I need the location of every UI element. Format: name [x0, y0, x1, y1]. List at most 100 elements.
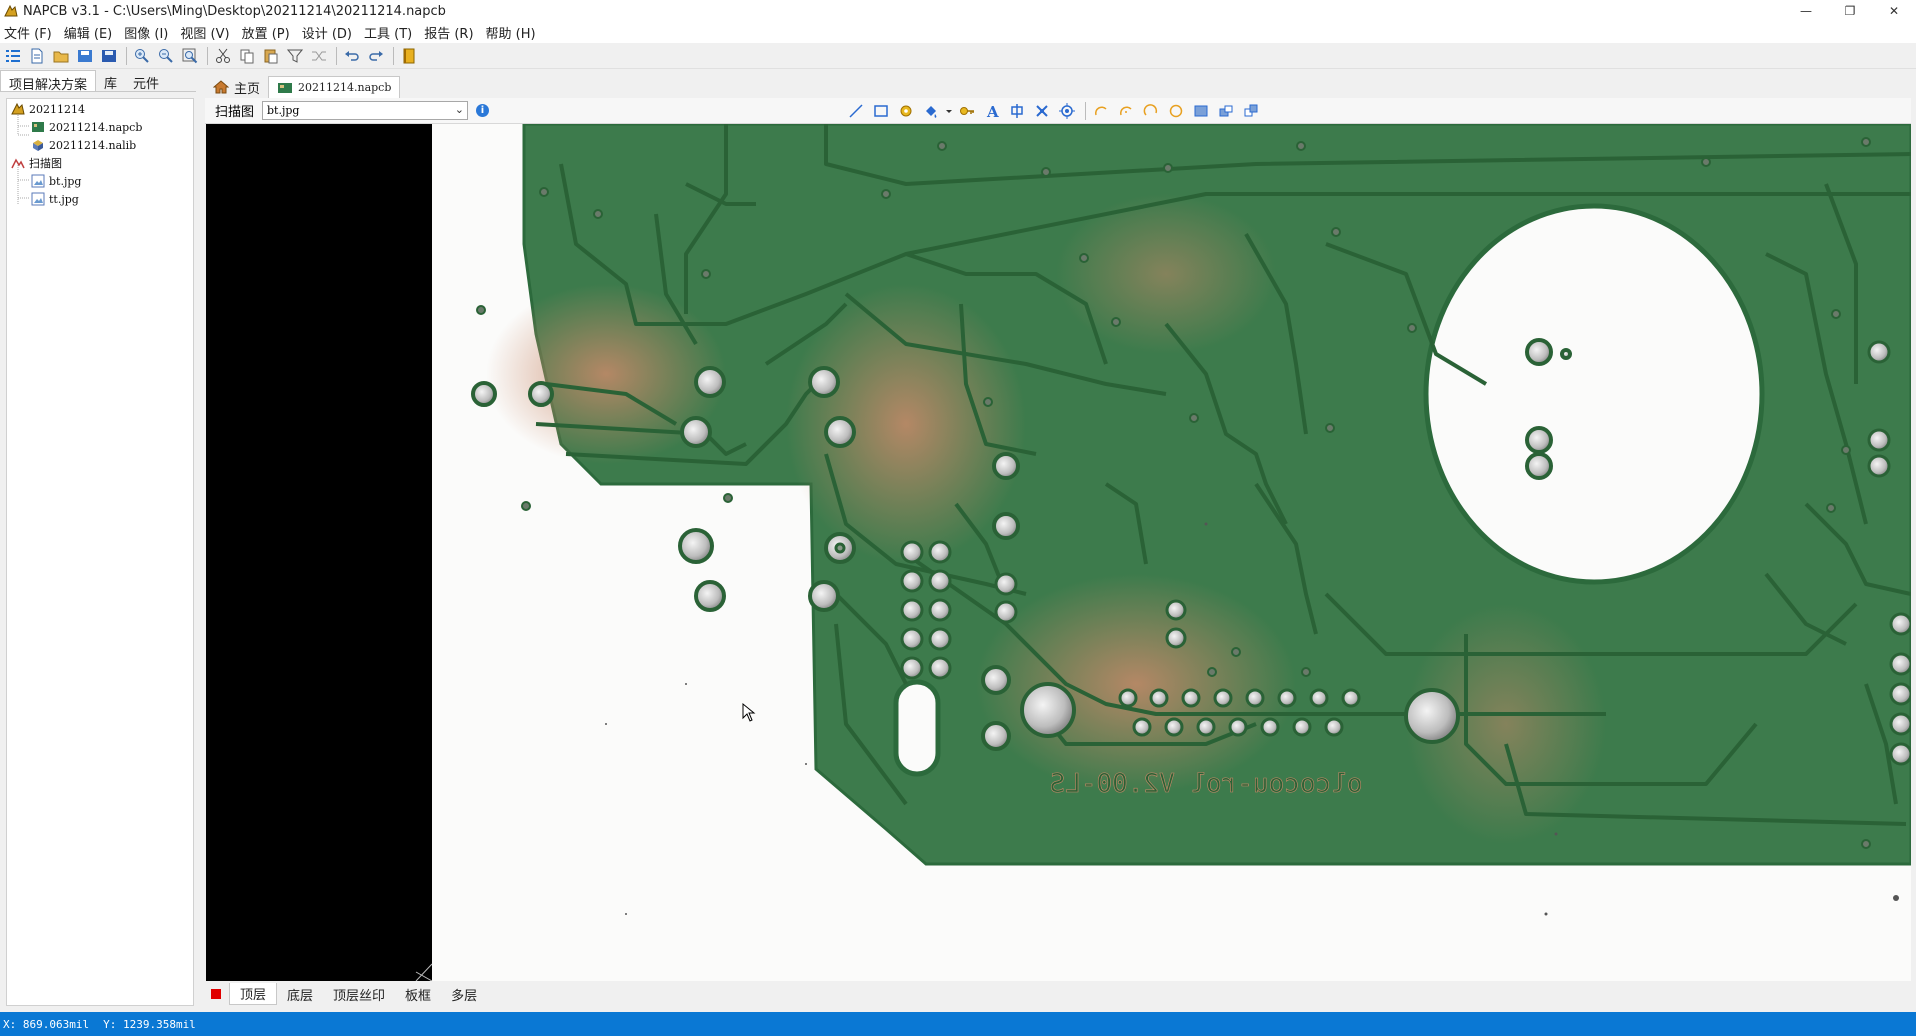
- pcb-silkscreen-text: olcocou-rol V2.00-LS: [1049, 769, 1362, 799]
- copy-icon[interactable]: [236, 45, 258, 67]
- pcb-file-icon: [278, 82, 293, 93]
- arc-icon-1[interactable]: [1090, 100, 1112, 122]
- solid-rect-icon[interactable]: [1190, 100, 1212, 122]
- tab-file-label: 20211214.napcb: [298, 81, 392, 94]
- cursor-x-readout: X: 869.063mil: [3, 1017, 90, 1031]
- info-icon[interactable]: i: [476, 104, 490, 117]
- tree-guide-lines: [17, 115, 30, 205]
- pcb-file-icon: [32, 122, 44, 132]
- text-icon[interactable]: A: [981, 100, 1003, 122]
- menu-file[interactable]: 文件 (F): [4, 23, 52, 42]
- pcb-scan-image: olcocou-rol V2.00-LS: [415, 124, 1911, 981]
- project-panel: 项目解决方案 库 元件 20211214 20211214.napcb 2021…: [0, 70, 196, 1012]
- menu-bar: 文件 (F) 编辑 (E) 图像 (I) 视图 (V) 放置 (P) 设计 (D…: [0, 22, 1916, 43]
- image-file-icon: [31, 174, 45, 188]
- tree-item-nalib[interactable]: 20211214.nalib: [31, 136, 136, 154]
- circle-icon[interactable]: [1165, 100, 1187, 122]
- main-toolbar: [0, 43, 1916, 69]
- arc-icon-2[interactable]: [1115, 100, 1137, 122]
- app-logo-icon: [4, 4, 18, 17]
- menu-report[interactable]: 报告 (R): [424, 23, 473, 42]
- tree-item-label: 20211214.napcb: [49, 120, 143, 134]
- pad-icon[interactable]: [895, 100, 917, 122]
- scan-image-value: bt.jpg: [267, 104, 300, 117]
- tab-napcb-file[interactable]: 20211214.napcb: [268, 76, 401, 98]
- tree-item-napcb[interactable]: 20211214.napcb: [31, 118, 142, 136]
- title-bar: NAPCB v3.1 - C:\Users\Ming\Desktop\20211…: [0, 0, 1916, 22]
- tab-multi-layer[interactable]: 多层: [441, 983, 487, 1005]
- cursor-y-readout: Y: 1239.358mil: [103, 1017, 196, 1031]
- tab-components[interactable]: 元件: [125, 70, 167, 92]
- key-icon[interactable]: [956, 100, 978, 122]
- document-tabs: 主页 20211214.napcb: [205, 74, 401, 98]
- tab-library[interactable]: 库: [96, 70, 125, 92]
- tree-item-label: bt.jpg: [49, 174, 82, 188]
- zoom-fit-icon[interactable]: [179, 45, 201, 67]
- tree-item-scan-tt[interactable]: tt.jpg: [31, 190, 79, 208]
- save-icon[interactable]: [98, 45, 120, 67]
- menu-help[interactable]: 帮助 (H): [486, 23, 536, 42]
- minimize-button[interactable]: —: [1784, 0, 1828, 22]
- tab-board-outline[interactable]: 板框: [395, 983, 441, 1005]
- tab-bottom-layer[interactable]: 底层: [277, 983, 323, 1005]
- toolbar-separator: [393, 46, 394, 65]
- filter-icon[interactable]: [284, 45, 306, 67]
- fill-icon[interactable]: [920, 100, 942, 122]
- save-image-icon[interactable]: [74, 45, 96, 67]
- project-icon: [11, 102, 25, 115]
- tree-item-label: 20211214: [29, 102, 85, 116]
- menu-view[interactable]: 视图 (V): [180, 23, 229, 42]
- open-folder-icon[interactable]: [50, 45, 72, 67]
- center-icon[interactable]: [1006, 100, 1028, 122]
- project-tree: 20211214 20211214.napcb 20211214.nalib 扫…: [6, 98, 194, 1006]
- mouse-cursor-icon: [742, 702, 756, 722]
- redo-icon[interactable]: [365, 45, 387, 67]
- tree-item-label: tt.jpg: [49, 192, 79, 206]
- status-bar: X: 869.063mil Y: 1239.358mil: [0, 1012, 1916, 1036]
- toolbar-separator: [1085, 102, 1086, 120]
- new-file-icon[interactable]: [26, 45, 48, 67]
- scan-image-label: 扫描图: [215, 105, 255, 120]
- tab-top-layer[interactable]: 顶层: [229, 983, 278, 1005]
- toolbar-separator: [336, 46, 337, 65]
- tree-item-label: 扫描图: [29, 157, 62, 170]
- list-icon[interactable]: [2, 45, 24, 67]
- dropdown-arrow-icon[interactable]: [945, 100, 953, 122]
- window-title: NAPCB v3.1 - C:\Users\Ming\Desktop\20211…: [23, 3, 446, 19]
- toolbar-separator: [207, 46, 208, 65]
- chevron-down-icon: ⌄: [454, 103, 465, 116]
- close-button[interactable]: ✕: [1872, 0, 1916, 22]
- tab-top-silkscreen[interactable]: 顶层丝印: [323, 983, 395, 1005]
- menu-design[interactable]: 设计 (D): [302, 23, 352, 42]
- tab-home[interactable]: 主页: [205, 76, 268, 98]
- menu-edit[interactable]: 编辑 (E): [64, 23, 113, 42]
- cut-icon[interactable]: [212, 45, 234, 67]
- zoom-out-icon[interactable]: [155, 45, 177, 67]
- scan-canvas[interactable]: olcocou-rol V2.00-LS: [206, 124, 1911, 981]
- zoom-in-icon[interactable]: [131, 45, 153, 67]
- align-icon[interactable]: [1215, 100, 1237, 122]
- drawing-toolbar: A: [845, 100, 1265, 122]
- arc-icon-3[interactable]: [1140, 100, 1162, 122]
- menu-place[interactable]: 放置 (P): [242, 23, 290, 42]
- tree-item-scan-bt[interactable]: bt.jpg: [31, 172, 81, 190]
- book-icon[interactable]: [398, 45, 420, 67]
- target-icon[interactable]: [1056, 100, 1078, 122]
- menu-tools[interactable]: 工具 (T): [364, 23, 412, 42]
- library-file-icon: [33, 140, 43, 151]
- svg-text:A: A: [986, 103, 999, 119]
- line-icon[interactable]: [845, 100, 867, 122]
- image-file-icon: [31, 192, 45, 206]
- scan-image-select[interactable]: bt.jpg ⌄: [262, 101, 469, 120]
- rectangle-icon[interactable]: [870, 100, 892, 122]
- shuffle-icon[interactable]: [308, 45, 330, 67]
- layer-tabs: 顶层 底层 顶层丝印 板框 多层: [205, 983, 1911, 1005]
- menu-image[interactable]: 图像 (I): [124, 23, 168, 42]
- component-icon[interactable]: [1031, 100, 1053, 122]
- active-layer-swatch: [211, 989, 221, 999]
- restore-button[interactable]: ❐: [1828, 0, 1872, 22]
- tab-project-solution[interactable]: 项目解决方案: [0, 70, 97, 93]
- paste-icon[interactable]: [260, 45, 282, 67]
- undo-icon[interactable]: [341, 45, 363, 67]
- group-icon[interactable]: [1240, 100, 1262, 122]
